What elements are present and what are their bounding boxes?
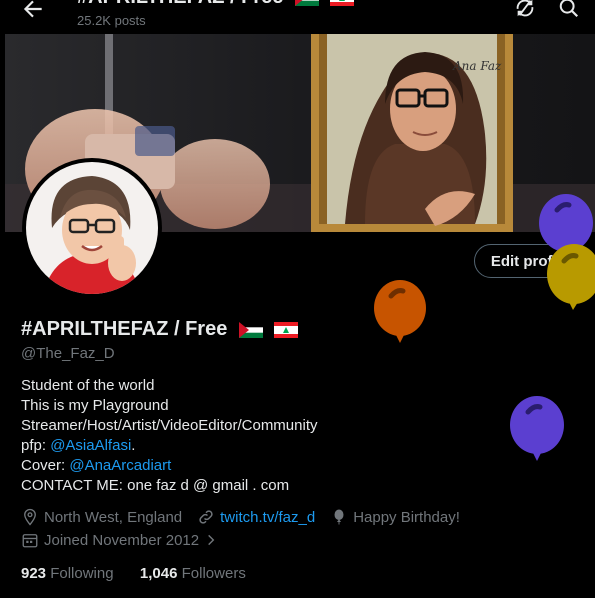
bio-line: Student of the world (21, 377, 155, 394)
followers-label: Followers (181, 565, 246, 582)
bio-line: Streamer/Host/Artist/VideoEditor/Communi… (21, 417, 318, 434)
arrow-left-icon[interactable] (20, 0, 46, 22)
banner-signature: Ana Faz (452, 59, 502, 73)
birthday-balloon-purple-bottom (510, 396, 564, 461)
following-link[interactable]: 923 Following (21, 565, 114, 582)
search-icon[interactable] (558, 0, 580, 19)
profile-meta-row: North West, England twitch.tv/faz_d Happ… (21, 508, 475, 526)
location-text: North West, England (44, 508, 183, 526)
website-item: twitch.tv/faz_d (197, 508, 315, 526)
followers-count: 1,046 (139, 565, 178, 582)
birthday-text: Happy Birthday! (353, 508, 460, 526)
avatar-artwork (26, 162, 158, 294)
location-item: North West, England (21, 508, 182, 526)
birthday-item: Happy Birthday! (330, 508, 460, 526)
palestine-flag-icon (238, 322, 263, 338)
profile-joined-row: Joined November 2012 (21, 531, 238, 549)
following-label: Following (50, 565, 114, 582)
profile-bio: Student of the world This is my Playgrou… (21, 376, 318, 496)
bio-line-contact: CONTACT ME: one faz d @ gmail . com (21, 477, 290, 494)
display-name: #APRILTHEFAZ / Free (21, 318, 299, 341)
display-name-text: #APRILTHEFAZ / Free (21, 318, 228, 340)
link-icon (199, 510, 213, 524)
cover-label: Cover: (21, 457, 70, 474)
bio-line-cover: Cover: @AnaArcadiart (21, 456, 318, 476)
pfp-end: . (131, 437, 136, 454)
follow-stats: 923 Following 1,046 Followers (21, 565, 246, 582)
lebanon-flag-icon (330, 0, 355, 6)
refresh-icon[interactable] (514, 0, 536, 19)
user-handle: @The_Faz_D (21, 345, 115, 362)
location-pin-icon (24, 508, 36, 526)
birthday-balloon-orange (374, 280, 426, 343)
website-link[interactable]: twitch.tv/faz_d (220, 509, 315, 526)
bio-line: This is my Playground (21, 397, 169, 414)
birthday-balloon-gold (547, 244, 595, 310)
profile-header-bar: #APRILTHEFAZ / Free 25.2K posts (0, 0, 595, 34)
calendar-icon (22, 534, 38, 548)
followers-link[interactable]: 1,046 Followers (140, 565, 246, 582)
joined-item[interactable]: Joined November 2012 (21, 531, 223, 549)
avatar[interactable] (22, 158, 162, 298)
balloon-icon (334, 509, 344, 525)
cover-mention-link[interactable]: @AnaArcadiart (69, 457, 171, 474)
palestine-flag-icon (294, 0, 319, 6)
following-count: 923 (21, 565, 47, 582)
chevron-right-icon (208, 534, 215, 546)
bio-line-pfp: pfp: @AsiaAlfasi. (21, 436, 318, 456)
lebanon-flag-icon (274, 322, 299, 338)
post-count: 25.2K posts (77, 13, 146, 28)
pfp-label: pfp: (21, 437, 51, 454)
joined-text: Joined November 2012 (44, 531, 200, 549)
header-title: #APRILTHEFAZ / Free (77, 0, 355, 9)
pfp-mention-link[interactable]: @AsiaAlfasi (50, 437, 131, 454)
